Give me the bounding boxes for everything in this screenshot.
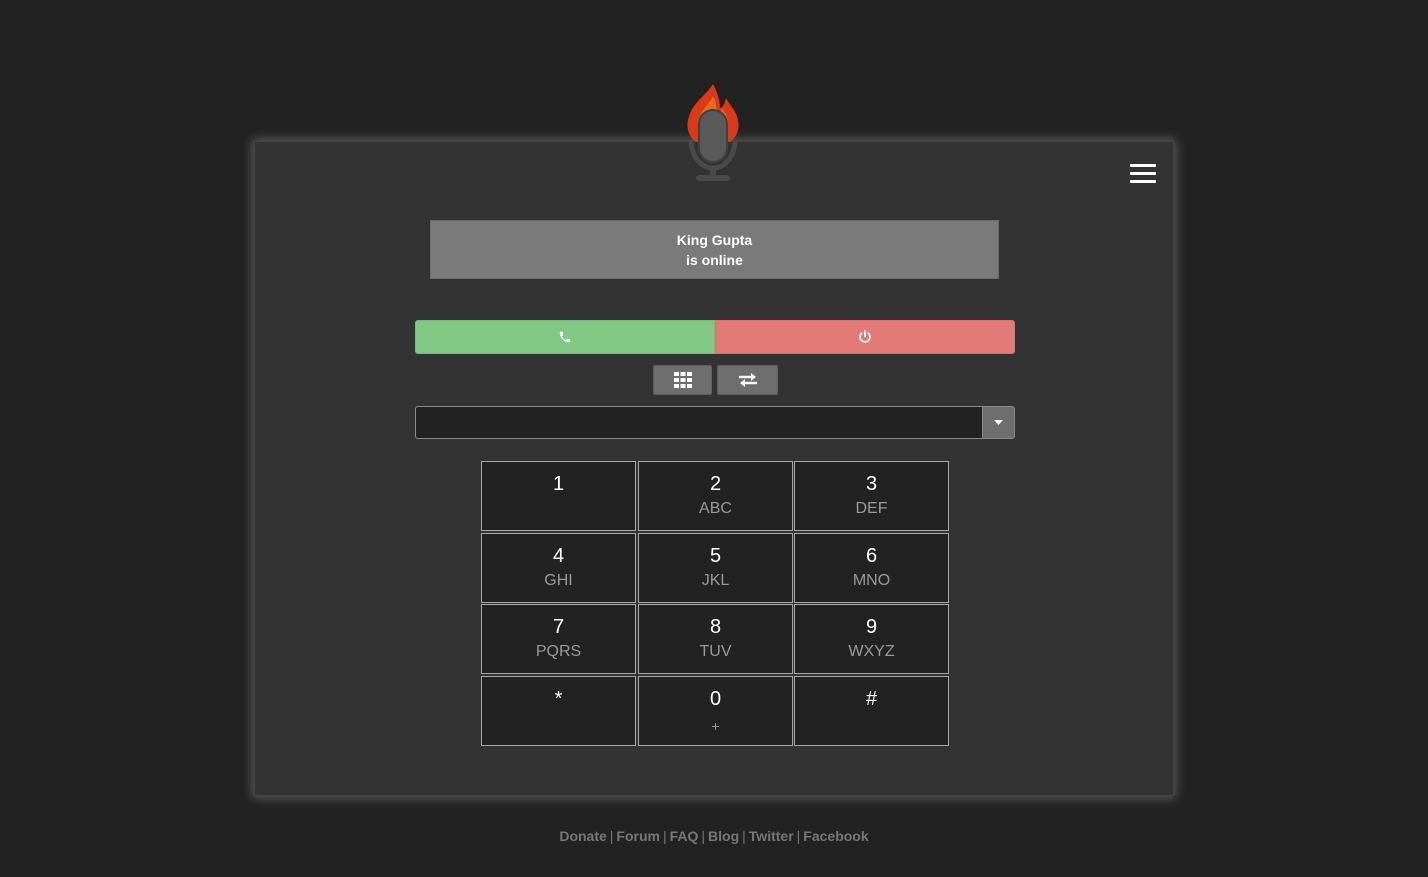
contact-name: King Gupta xyxy=(676,232,753,248)
power-icon xyxy=(859,330,871,343)
key-letters: JKL xyxy=(701,572,730,589)
key-digit: * xyxy=(554,688,563,710)
phone-number-input[interactable] xyxy=(415,406,982,439)
dial-key-1[interactable]: 1 xyxy=(481,461,636,531)
key-digit: 7 xyxy=(552,616,565,638)
dial-key-2[interactable]: 2 ABC xyxy=(638,461,793,531)
footer-link-donate[interactable]: Donate xyxy=(559,828,606,844)
key-letters: WXYZ xyxy=(848,643,895,660)
dial-key-6[interactable]: 6 MNO xyxy=(794,533,949,603)
dial-key-8[interactable]: 8 TUV xyxy=(638,604,793,674)
footer-link-blog[interactable]: Blog xyxy=(708,828,739,844)
dial-key-3[interactable]: 3 DEF xyxy=(794,461,949,531)
toolbar xyxy=(653,365,778,395)
keypad-grid-icon xyxy=(673,372,692,388)
footer-link-forum[interactable]: Forum xyxy=(616,828,660,844)
key-digit: 5 xyxy=(709,545,722,567)
call-controls xyxy=(415,320,1015,354)
transfer-arrows-icon xyxy=(738,373,757,387)
key-letters: PQRS xyxy=(535,643,582,660)
dial-key-7[interactable]: 7 PQRS xyxy=(481,604,636,674)
history-dropdown-button[interactable] xyxy=(982,406,1015,439)
dial-key-5[interactable]: 5 JKL xyxy=(638,533,793,603)
phone-panel: King Gupta is online 1 2 ABC 3 DEF 4 GHI… xyxy=(254,141,1174,796)
key-letters: DEF xyxy=(855,500,888,517)
footer-separator: | xyxy=(662,828,667,844)
hamburger-menu-icon[interactable] xyxy=(1130,164,1156,186)
footer-links: Donate | Forum | FAQ | Blog | Twitter | Facebook xyxy=(0,828,1428,844)
key-digit: 8 xyxy=(709,616,722,638)
key-letters: + xyxy=(711,718,720,734)
phone-icon xyxy=(559,331,571,343)
dial-key-4[interactable]: 4 GHI xyxy=(481,533,636,603)
key-digit: 3 xyxy=(865,473,878,495)
dial-key-9[interactable]: 9 WXYZ xyxy=(794,604,949,674)
key-digit: 0 xyxy=(709,688,722,710)
dial-key-star[interactable]: * xyxy=(481,676,636,746)
footer-link-faq[interactable]: FAQ xyxy=(670,828,699,844)
key-letters: TUV xyxy=(699,643,732,660)
page: King Gupta is online 1 2 ABC 3 DEF 4 GHI… xyxy=(0,0,1428,877)
key-digit: 4 xyxy=(552,545,565,567)
number-input-group xyxy=(415,406,1015,439)
contact-status-box: King Gupta is online xyxy=(430,220,999,279)
caret-down-icon xyxy=(994,420,1003,425)
transfer-button[interactable] xyxy=(717,365,778,395)
footer-separator: | xyxy=(701,828,706,844)
footer-link-facebook[interactable]: Facebook xyxy=(803,828,868,844)
key-digit: 1 xyxy=(552,473,565,495)
call-button[interactable] xyxy=(415,320,715,354)
contact-state: is online xyxy=(686,252,743,268)
dial-key-0[interactable]: 0 + xyxy=(638,676,793,746)
keypad-toggle-button[interactable] xyxy=(653,365,712,395)
footer-link-twitter[interactable]: Twitter xyxy=(749,828,794,844)
key-letters: GHI xyxy=(544,572,573,589)
key-digit: 9 xyxy=(865,616,878,638)
hangup-button[interactable] xyxy=(715,320,1015,354)
key-letters: ABC xyxy=(699,500,732,517)
dial-key-hash[interactable]: # xyxy=(794,676,949,746)
key-digit: 6 xyxy=(865,545,878,567)
flame-microphone-icon xyxy=(687,84,739,181)
key-letters: MNO xyxy=(852,572,891,589)
footer-separator: | xyxy=(609,828,614,844)
dial-pad: 1 2 ABC 3 DEF 4 GHI 5 JKL 6 MNO 7 PQRS 8… xyxy=(481,461,949,746)
footer-separator: | xyxy=(742,828,746,844)
key-digit: 2 xyxy=(709,473,722,495)
footer-separator: | xyxy=(796,828,801,844)
key-digit: # xyxy=(865,688,878,710)
